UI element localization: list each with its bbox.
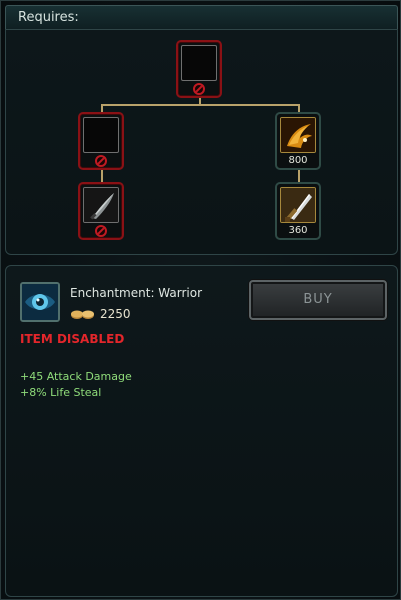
dagger-icon: [83, 187, 119, 223]
connector-line: [101, 104, 300, 106]
requires-header: Requires:: [5, 5, 398, 29]
requires-title: Requires:: [18, 10, 79, 25]
item-shop-recipe-window: Requires: 800 360 Enchantment: Warrior 2…: [0, 0, 401, 600]
recipe-slot-left-component[interactable]: [78, 112, 124, 170]
recipe-slot-right-component[interactable]: 800: [275, 112, 321, 170]
recipe-slot-right-basic[interactable]: 360: [275, 182, 321, 240]
empty-slot-icon: [181, 45, 217, 81]
component-cost: 360: [288, 225, 308, 236]
item-stat: +45 Attack Damage: [20, 370, 132, 383]
disabled-icon: [193, 83, 205, 95]
gold-icon: [71, 310, 94, 319]
item-price: 2250: [100, 307, 131, 321]
item-name: Enchantment: Warrior: [70, 286, 203, 300]
item-stat: +8% Life Steal: [20, 386, 102, 399]
item-disabled-status: ITEM DISABLED: [20, 332, 125, 346]
claw-icon: [280, 117, 316, 153]
disabled-icon: [95, 155, 107, 167]
empty-slot-icon: [83, 117, 119, 153]
disabled-icon: [95, 225, 107, 237]
recipe-slot-root[interactable]: [176, 40, 222, 98]
component-cost: 800: [288, 155, 308, 166]
enchantment-eye-icon: [20, 282, 60, 322]
buy-button[interactable]: BUY: [249, 280, 387, 320]
recipe-slot-left-basic[interactable]: [78, 182, 124, 240]
item-info-panel: Enchantment: Warrior 2250 BUY ITEM DISAB…: [5, 265, 398, 597]
recipe-tree-panel: 800 360: [5, 29, 398, 255]
long-sword-icon: [280, 187, 316, 223]
